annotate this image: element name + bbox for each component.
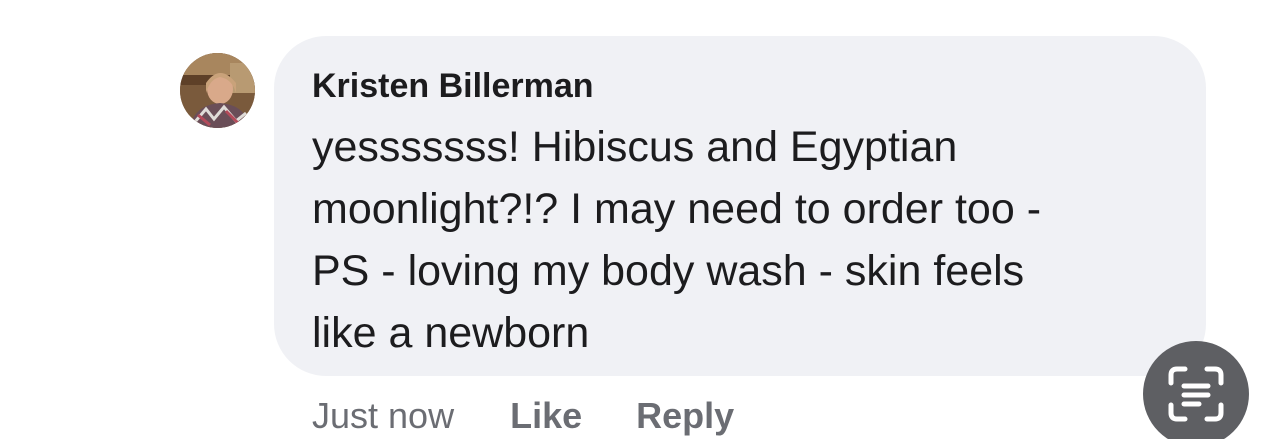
- comment-text-line: like a newborn: [312, 309, 590, 357]
- like-button[interactable]: Like: [510, 395, 582, 437]
- comment-text-line: yesssssss! Hibiscus and Egyptian: [312, 123, 958, 171]
- avatar-photo-icon: [180, 53, 255, 128]
- comment-timestamp: Just now: [312, 395, 455, 436]
- comment-author-name[interactable]: Kristen Billerman: [312, 64, 1170, 108]
- comment-bubble[interactable]: Kristen Billerman yesssssss! Hibiscus an…: [274, 36, 1206, 376]
- author-avatar[interactable]: [180, 53, 255, 128]
- comment-text-line: moonlight?!? I may need to order too -: [312, 185, 1042, 233]
- live-text-scan-icon: [1168, 366, 1224, 422]
- live-text-button[interactable]: [1143, 341, 1249, 439]
- comment-actions: Just now Like Reply: [312, 392, 734, 439]
- reply-button[interactable]: Reply: [636, 395, 734, 437]
- comment-text: yesssssss! Hibiscus and Egyptian moonlig…: [312, 116, 1172, 364]
- comment-screen: Kristen Billerman yesssssss! Hibiscus an…: [0, 0, 1284, 439]
- comment-text-line: PS - loving my body wash - skin feels: [312, 247, 1025, 295]
